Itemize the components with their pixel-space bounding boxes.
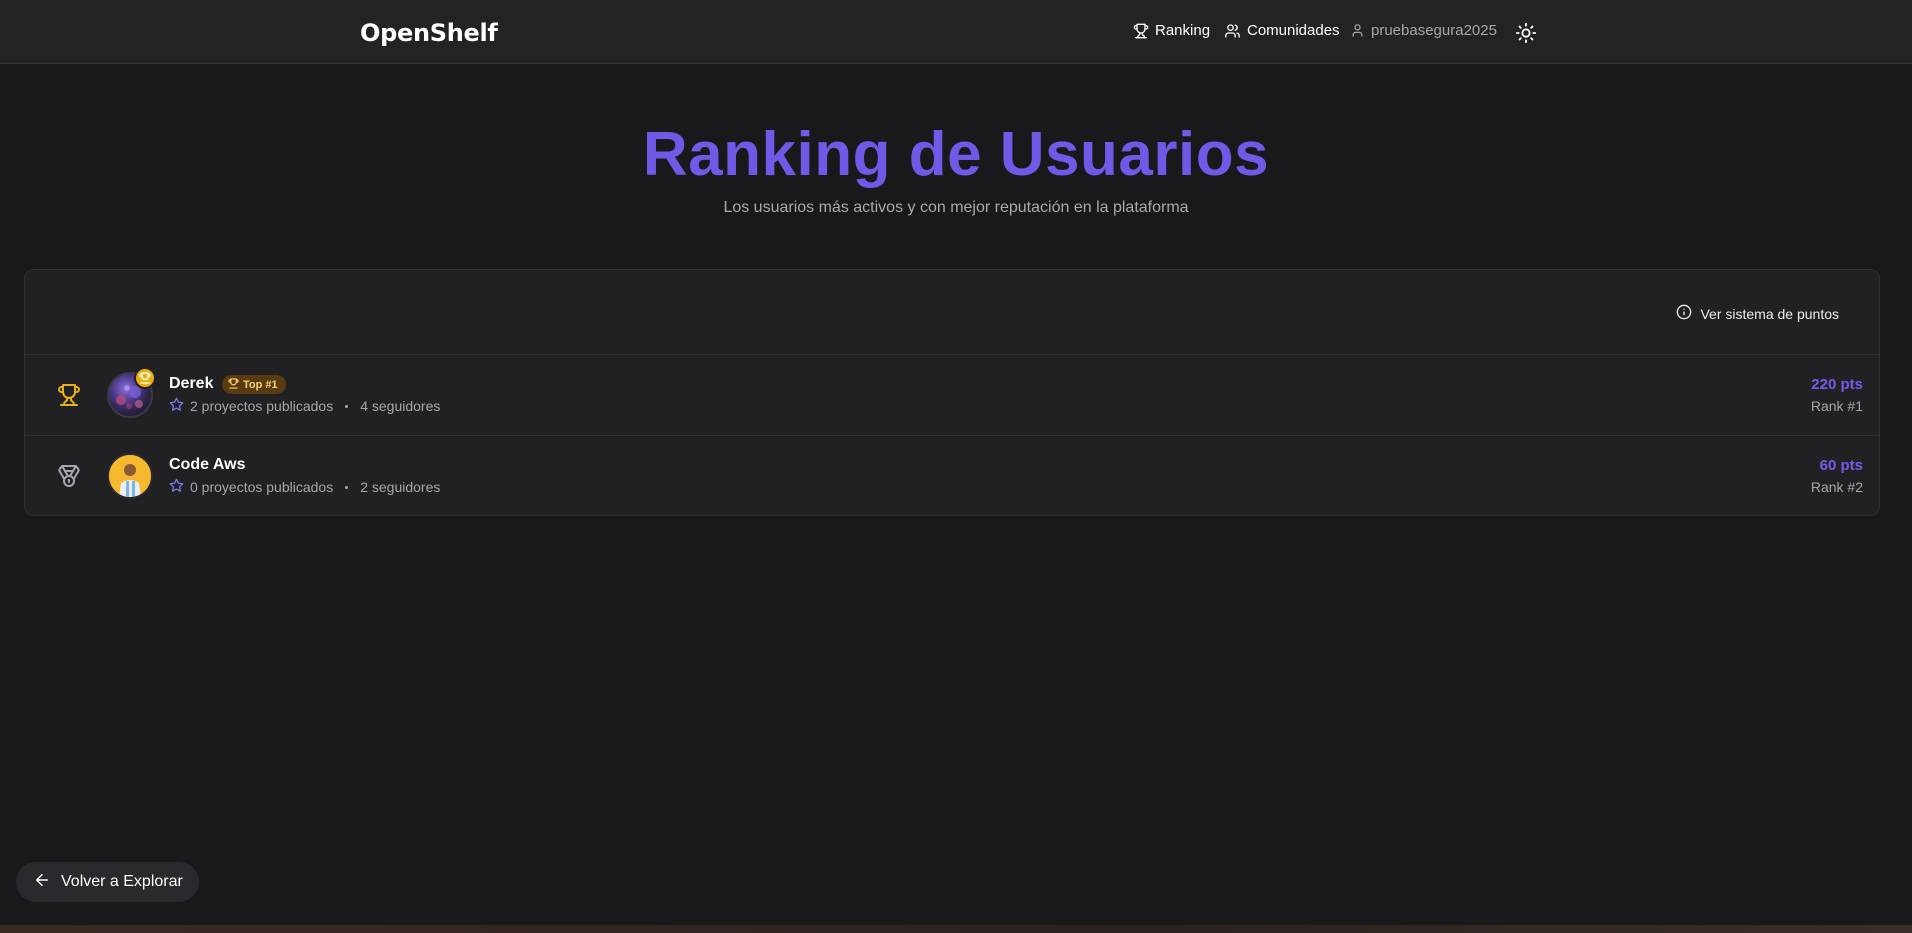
nav-username: pruebasegura2025 xyxy=(1371,22,1497,39)
sun-icon xyxy=(1515,22,1537,48)
trophy-icon xyxy=(57,383,81,407)
back-to-explore-button[interactable]: Volver a Explorar xyxy=(16,862,199,902)
theme-toggle-button[interactable] xyxy=(1515,22,1537,44)
top-rank-badge: Top #1 xyxy=(222,375,286,394)
page-title: Ranking de Usuarios xyxy=(642,120,1270,189)
user-rank: Rank #1 xyxy=(1810,398,1863,414)
nav-comunidades[interactable]: Comunidades xyxy=(1224,22,1340,39)
star-icon xyxy=(169,478,184,496)
back-to-explore-label: Volver a Explorar xyxy=(61,873,183,890)
followers-count: 4 seguidores xyxy=(360,398,441,414)
separator-dot xyxy=(345,404,349,408)
user-name[interactable]: Derek xyxy=(169,375,213,393)
points-system-label: Ver sistema de puntos xyxy=(1700,305,1839,322)
top-rank-label: Top #1 xyxy=(243,378,278,391)
nav-ranking[interactable]: Ranking xyxy=(1133,22,1210,39)
page-subtitle: Los usuarios más activos y con mejor rep… xyxy=(723,199,1189,216)
followers-count: 2 seguidores xyxy=(360,479,441,495)
ranking-row[interactable]: Code Aws 0 proyectos publicados 2 seguid… xyxy=(25,436,1879,515)
user-icon xyxy=(1350,23,1365,38)
crown-icon xyxy=(134,367,156,389)
ranking-row[interactable]: Derek Top #1 2 proyectos publicados 4 se… xyxy=(25,355,1879,436)
user-points: 220 pts xyxy=(1811,376,1863,393)
app-logo[interactable]: OpenShelf xyxy=(360,19,498,47)
separator-dot xyxy=(345,485,349,489)
trophy-icon xyxy=(1133,23,1149,39)
arrow-left-icon xyxy=(33,871,51,894)
user-rank: Rank #2 xyxy=(1810,479,1863,495)
points-system-button[interactable]: Ver sistema de puntos xyxy=(1676,304,1839,323)
star-icon xyxy=(169,397,184,415)
nav-comunidades-label: Comunidades xyxy=(1247,22,1340,39)
medal-icon xyxy=(57,464,81,488)
trophy-icon xyxy=(228,377,239,392)
ranking-panel: Ver sistema de puntos Derek Top #1 2 pro… xyxy=(24,269,1880,516)
projects-count: 0 proyectos publicados xyxy=(190,479,334,495)
users-icon xyxy=(1224,23,1241,39)
nav-user-profile[interactable]: pruebasegura2025 xyxy=(1350,22,1497,39)
user-name[interactable]: Code Aws xyxy=(169,456,245,474)
info-icon xyxy=(1676,304,1692,323)
bottom-edge-strip xyxy=(0,925,1912,933)
user-points: 60 pts xyxy=(1819,457,1863,474)
projects-count: 2 proyectos publicados xyxy=(190,398,334,414)
ranking-panel-header: Ver sistema de puntos xyxy=(25,270,1879,355)
avatar[interactable] xyxy=(107,453,153,499)
nav-ranking-label: Ranking xyxy=(1155,22,1211,39)
user-stats: 2 proyectos publicados 4 seguidores xyxy=(169,397,440,415)
user-stats: 0 proyectos publicados 2 seguidores xyxy=(169,478,440,496)
top-navbar: OpenShelf Ranking Comunidades pruebasegu… xyxy=(0,0,1912,64)
